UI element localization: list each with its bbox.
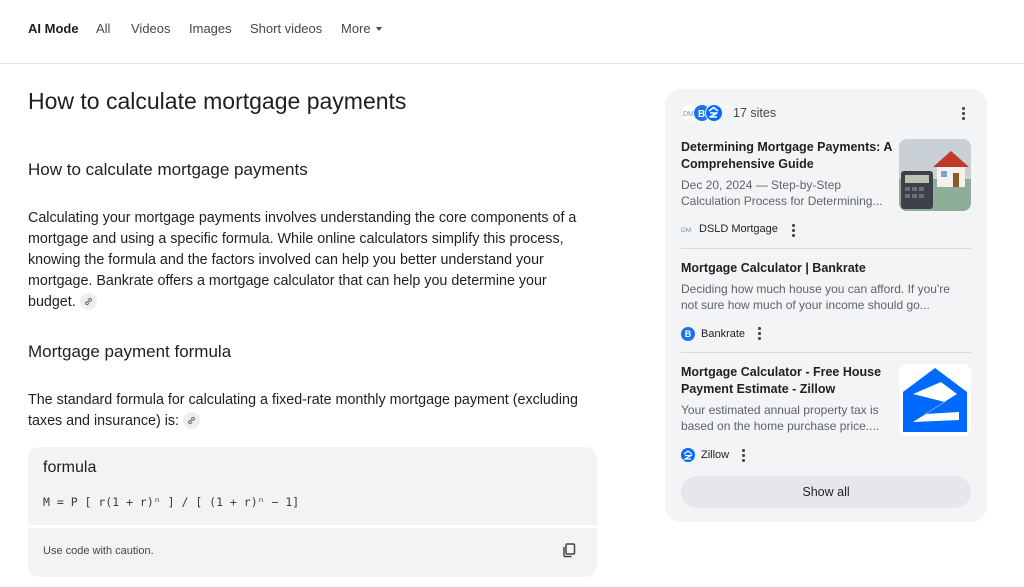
snippet-line: Calculation Process for Determining...: [681, 194, 883, 208]
source-item[interactable]: Determining Mortgage Payments: A Compreh…: [681, 139, 971, 241]
more-options-icon[interactable]: [957, 105, 969, 121]
source-site[interactable]: B Bankrate: [681, 327, 745, 341]
zillow-logo-thumbnail[interactable]: [899, 364, 971, 436]
copy-icon: [563, 543, 576, 558]
paragraph-line-last: budget.: [28, 292, 598, 313]
svg-text:DM: DM: [681, 227, 691, 234]
section-heading: Mortgage payment formula: [28, 342, 232, 361]
source-item[interactable]: Mortgage Calculator - Free House Payment…: [681, 364, 971, 466]
tab-videos[interactable]: Videos: [131, 21, 171, 36]
source-title[interactable]: Mortgage Calculator - Free House Payment…: [681, 364, 881, 398]
zillow-favicon-icon: [705, 104, 723, 122]
source-title[interactable]: Mortgage Calculator | Bankrate: [681, 260, 866, 277]
caret-down-icon: [375, 26, 382, 31]
source-site[interactable]: DM DSLD Mortgage: [681, 223, 778, 235]
snippet-line: based on the home purchase price....: [681, 419, 880, 433]
paragraph-line: mortgage and using a specific formula. W…: [28, 231, 564, 247]
paragraph-line: The standard formula for calculating a f…: [28, 392, 578, 408]
tab-more[interactable]: More: [341, 21, 382, 36]
sites-count[interactable]: 17 sites: [733, 106, 776, 120]
source-title-line: Payment Estimate - Zillow: [681, 382, 836, 396]
source-snippet: Deciding how much house you can afford. …: [681, 281, 950, 313]
snippet-line: Dec 20, 2024 — Step-by-Step: [681, 178, 842, 192]
citation-link-icon[interactable]: [79, 292, 97, 310]
more-options-icon[interactable]: [753, 326, 765, 342]
paragraph-line: Calculating your mortgage payments invol…: [28, 210, 577, 226]
citation-link-icon[interactable]: [183, 411, 200, 429]
code-content[interactable]: M = P [ r(1 + r)ⁿ ] / [ (1 + r)ⁿ − 1]: [43, 495, 299, 509]
tab-all[interactable]: All: [96, 21, 110, 36]
code-caution-text: Use code with caution.: [43, 545, 154, 557]
snippet-line: Your estimated annual property tax is: [681, 403, 879, 417]
search-mode-tabs: AI Mode All Videos Images Short videos M…: [0, 0, 1024, 64]
section-heading: How to calculate mortgage payments: [28, 160, 308, 179]
source-title-line: Mortgage Calculator - Free House: [681, 365, 882, 379]
paragraph-line: taxes and insurance) is:: [28, 413, 179, 429]
dsld-favicon-icon: DM: [681, 227, 691, 234]
source-title-line: Determining Mortgage Payments: A: [681, 140, 893, 154]
paragraph-line-last: taxes and insurance) is:: [28, 411, 598, 432]
paragraph-line: mortgage. Bankrate offers a mortgage cal…: [28, 273, 547, 289]
source-site[interactable]: Zillow: [681, 448, 729, 462]
paragraph-line: knowing the formula and the factors invo…: [28, 252, 544, 268]
zillow-favicon-icon: [681, 448, 695, 462]
tab-images[interactable]: Images: [189, 21, 232, 36]
snippet-line: not sure how much of your income should …: [681, 298, 930, 312]
show-all-button[interactable]: Show all: [681, 476, 971, 508]
code-footer: Use code with caution.: [28, 528, 597, 577]
code-language-label: formula: [43, 459, 97, 476]
more-options-icon[interactable]: [737, 448, 749, 464]
page-title: How to calculate mortgage payments: [28, 88, 407, 114]
copy-code-button[interactable]: [561, 542, 579, 560]
source-title-line: Mortgage Calculator | Bankrate: [681, 261, 866, 275]
divider: [681, 352, 971, 353]
code-block: formula M = P [ r(1 + r)ⁿ ] / [ (1 + r)ⁿ…: [28, 447, 597, 577]
source-title[interactable]: Determining Mortgage Payments: A Compreh…: [681, 139, 892, 173]
answer-paragraph: Calculating your mortgage payments invol…: [28, 208, 598, 313]
source-site-name: Bankrate: [701, 327, 746, 340]
source-site-name: DSLD Mortgage: [699, 223, 778, 235]
snippet-line: Deciding how much house you can afford. …: [681, 282, 950, 296]
divider: [681, 248, 971, 249]
more-options-icon[interactable]: [787, 223, 799, 239]
source-item[interactable]: Mortgage Calculator | Bankrate Deciding …: [681, 260, 971, 346]
source-snippet: Your estimated annual property tax is ba…: [681, 402, 879, 434]
answer-paragraph: The standard formula for calculating a f…: [28, 390, 598, 432]
source-favicons: DM B: [681, 103, 729, 123]
house-calculator-thumbnail[interactable]: [899, 139, 971, 211]
sources-card: DM B 17 sites Determining Mortgage Payme…: [665, 89, 987, 522]
bankrate-favicon-icon: B: [681, 327, 695, 341]
source-title-line: Comprehensive Guide: [681, 157, 814, 171]
tab-more-label: More: [341, 21, 371, 36]
code-panel: formula M = P [ r(1 + r)ⁿ ] / [ (1 + r)ⁿ…: [28, 447, 597, 525]
source-site-name: Zillow: [701, 448, 730, 461]
tab-ai-mode[interactable]: AI Mode: [28, 21, 79, 36]
source-snippet: Dec 20, 2024 — Step-by-Step Calculation …: [681, 177, 882, 209]
paragraph-line: budget.: [28, 294, 76, 310]
tab-short-videos[interactable]: Short videos: [250, 21, 322, 36]
